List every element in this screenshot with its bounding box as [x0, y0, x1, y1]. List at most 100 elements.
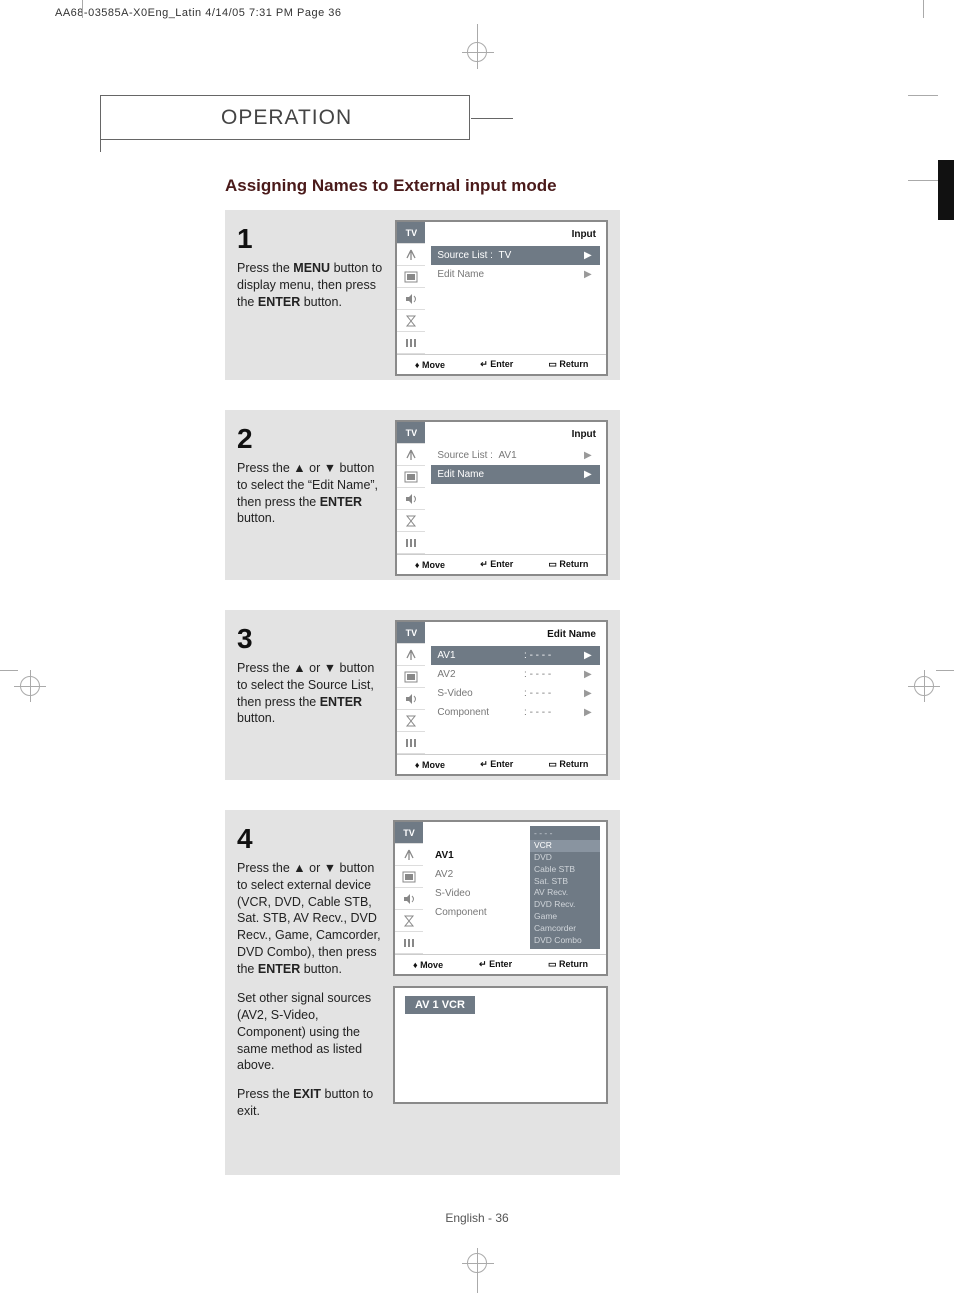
hourglass-icon	[397, 710, 425, 732]
registration-mark	[467, 42, 487, 62]
page-edge-tab	[938, 160, 954, 220]
enter-hint: ↵ Enter	[480, 359, 513, 370]
picture-icon	[395, 866, 423, 888]
text: Source List	[437, 450, 487, 461]
hourglass-icon	[395, 910, 423, 932]
osd-sidebar: TV	[395, 822, 423, 954]
picture-icon	[397, 466, 425, 488]
text: ENTER	[320, 695, 362, 709]
return-hint: ▭ Return	[548, 959, 588, 970]
osd-main: Edit Name AV1: - - - -▶ AV2: - - - -▶ S-…	[425, 622, 606, 754]
osd-screenshot-3: TV Edit Name AV1: - - - -▶ AV2: - - - -▶…	[395, 620, 608, 776]
text: Edit Name	[437, 469, 584, 480]
hourglass-icon	[397, 510, 425, 532]
text: button.	[300, 295, 342, 309]
text: ENTER	[258, 962, 300, 976]
text: ENTER	[320, 495, 362, 509]
step-1-text: 1 Press the MENU button to display menu,…	[237, 220, 385, 376]
chevron-right-icon: ▶	[584, 469, 594, 480]
tv-tab: TV	[395, 822, 423, 844]
osd-row: S-Video: - - - -▶	[431, 684, 600, 703]
move-hint: ♦ Move	[415, 560, 445, 570]
text: AV2	[435, 869, 534, 880]
antenna-icon	[397, 644, 425, 666]
step-2: 2 Press the ▲ or ▼ button to select the …	[225, 410, 620, 580]
text: Edit Name	[437, 269, 584, 280]
return-hint: ▭ Return	[548, 359, 588, 370]
crop-line	[908, 180, 938, 181]
dropdown-item: Game	[534, 911, 596, 923]
move-hint: ♦ Move	[415, 760, 445, 770]
osd-row: Edit Name▶	[431, 465, 600, 484]
registration-mark	[908, 670, 940, 702]
crop-tick	[0, 670, 18, 671]
page-title: Assigning Names to External input mode	[225, 176, 557, 196]
text: button.	[300, 962, 342, 976]
sound-icon	[397, 688, 425, 710]
sound-icon	[395, 888, 423, 910]
dropdown-item: Cable STB	[534, 864, 596, 876]
page-number: English - 36	[0, 1211, 954, 1225]
dropdown-item: DVD Recv.	[534, 899, 596, 911]
text: Component	[437, 707, 524, 718]
move-hint: ♦ Move	[413, 960, 443, 970]
section-label: OPERATION	[221, 106, 352, 130]
return-hint: ▭ Return	[548, 759, 588, 770]
antenna-icon	[397, 244, 425, 266]
dropdown-item: AV Recv.	[534, 887, 596, 899]
dropdown-item: Sat. STB	[534, 876, 596, 888]
crop-tick	[82, 0, 83, 18]
dropdown-item: Camcorder	[534, 923, 596, 935]
text: S-Video	[435, 888, 534, 899]
text: Source List	[437, 250, 487, 261]
osd-screenshot-2: TV Input Source List : AV1▶ Edit Name▶ ♦…	[395, 420, 608, 576]
step-4: 4 Press the ▲ or ▼ button to select exte…	[225, 810, 620, 1175]
step-1: 1 Press the MENU button to display menu,…	[225, 210, 620, 380]
text: AV2	[437, 669, 524, 680]
chevron-right-icon: ▶	[584, 250, 594, 261]
hourglass-icon	[397, 310, 425, 332]
text: Press the	[237, 261, 293, 275]
osd-main: Input Source List : AV1▶ Edit Name▶	[425, 422, 606, 554]
chevron-right-icon: ▶	[584, 650, 594, 661]
antenna-icon	[395, 844, 423, 866]
preview-screen: AV 1 VCR	[393, 986, 608, 1104]
setup-icon	[397, 732, 425, 754]
step-3: 3 Press the ▲ or ▼ button to select the …	[225, 610, 620, 780]
text: MENU	[293, 261, 330, 275]
step-number: 3	[237, 620, 385, 658]
osd-title: Edit Name	[431, 626, 600, 646]
chevron-right-icon: ▶	[584, 669, 594, 680]
dropdown-list: - - - - VCR DVD Cable STB Sat. STB AV Re…	[530, 826, 600, 949]
dropdown-item: DVD Combo	[534, 935, 596, 947]
osd-row: Edit Name▶	[431, 265, 600, 284]
text: AV1	[437, 650, 524, 661]
doc-header: AA68-03585A-X0Eng_Latin 4/14/05 7:31 PM …	[55, 7, 341, 19]
osd-footer: ♦ Move ↵ Enter ▭ Return	[397, 754, 606, 774]
osd-column: TV Edit Name AV1: AV2: S-Video: Componen…	[393, 820, 608, 1120]
picture-icon	[397, 266, 425, 288]
registration-mark	[467, 1253, 487, 1273]
osd-footer: ♦ Move ↵ Enter ▭ Return	[397, 554, 606, 574]
osd-sidebar: TV	[397, 222, 425, 354]
osd-sidebar: TV	[397, 422, 425, 554]
osd-main: Input Source List : TV▶ Edit Name▶	[425, 222, 606, 354]
preview-label: AV 1 VCR	[405, 996, 475, 1014]
text: - - - -	[530, 688, 552, 699]
tv-tab: TV	[397, 422, 425, 444]
text: TV	[499, 250, 512, 261]
setup-icon	[397, 532, 425, 554]
text: Set other signal sources (AV2, S-Video, …	[237, 990, 383, 1074]
text: - - - -	[530, 707, 552, 718]
text: AV1	[499, 450, 517, 461]
registration-mark	[14, 670, 46, 702]
osd-row: Source List : AV1▶	[431, 446, 600, 465]
osd-title: Input	[431, 226, 600, 246]
step-number: 1	[237, 220, 385, 258]
setup-icon	[397, 332, 425, 354]
step-4-text: 4 Press the ▲ or ▼ button to select exte…	[237, 820, 383, 1120]
section-header: OPERATION	[100, 95, 470, 140]
text: - - - -	[530, 669, 552, 680]
osd-sidebar: TV	[397, 622, 425, 754]
step-number: 4	[237, 820, 383, 858]
